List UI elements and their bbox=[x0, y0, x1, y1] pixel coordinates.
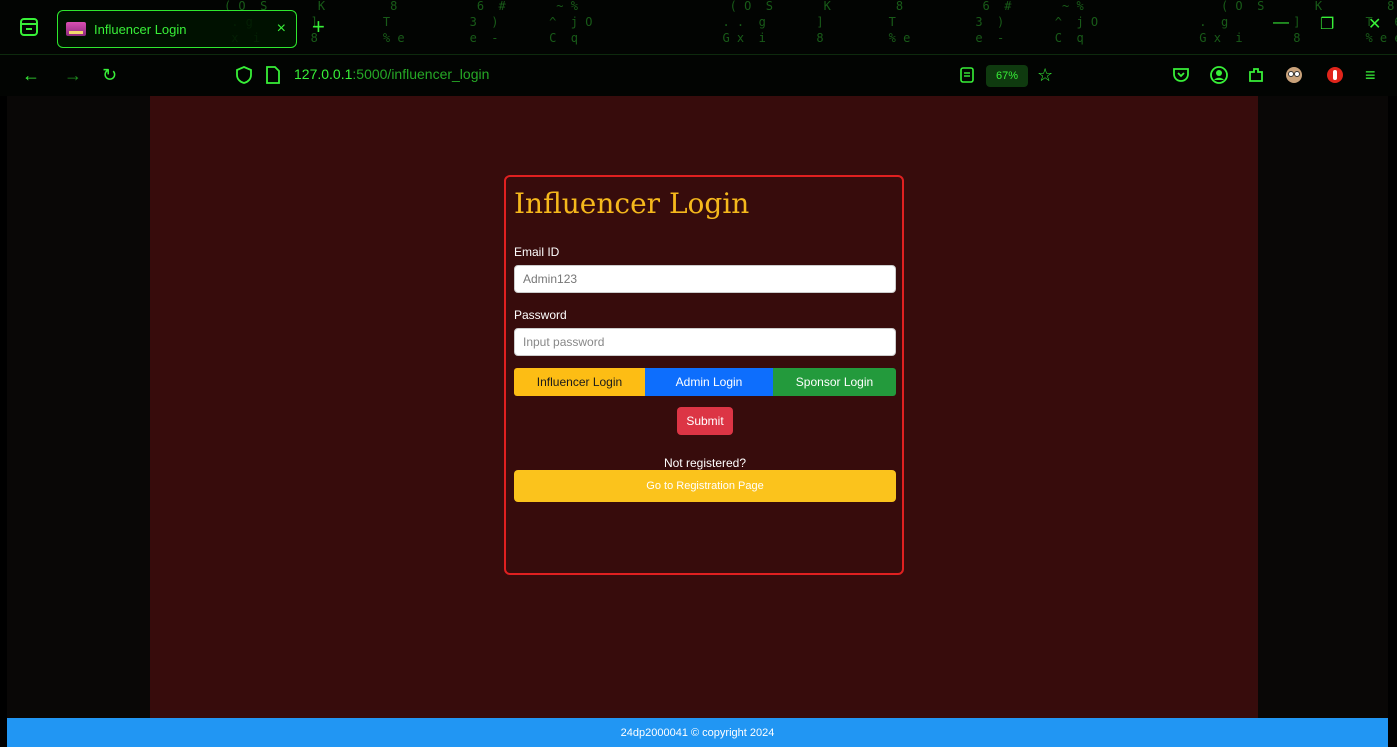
tab-influencer-login[interactable]: Influencer Login × bbox=[57, 10, 297, 48]
account-icon[interactable] bbox=[1209, 65, 1229, 85]
tab-title: Influencer Login bbox=[94, 21, 187, 37]
login-card: Influencer Login Email ID Password Influ… bbox=[504, 175, 904, 575]
login-role-group: Influencer Login Admin Login Sponsor Log… bbox=[514, 368, 896, 396]
page-icon bbox=[266, 66, 280, 84]
browser-navbar: ← → ↻ 127.0.0.1:5000/influencer_login 67… bbox=[0, 54, 1397, 96]
registration-page-button[interactable]: Go to Registration Page bbox=[514, 470, 896, 502]
password-label: Password bbox=[514, 308, 567, 322]
page-title: Influencer Login bbox=[514, 187, 750, 220]
reload-icon[interactable]: ↻ bbox=[102, 64, 117, 86]
password-field[interactable] bbox=[514, 328, 896, 356]
influencer-login-button[interactable]: Influencer Login bbox=[514, 368, 645, 396]
new-tab-button[interactable]: + bbox=[312, 14, 325, 40]
email-field[interactable] bbox=[514, 265, 896, 293]
tab-list-icon[interactable] bbox=[16, 14, 42, 40]
email-label: Email ID bbox=[514, 245, 560, 259]
admin-login-button[interactable]: Admin Login bbox=[645, 368, 773, 396]
address-bar[interactable]: 127.0.0.1:5000/influencer_login bbox=[294, 66, 489, 82]
restore-button[interactable]: ❐ bbox=[1320, 14, 1334, 34]
url-path: :5000/influencer_login bbox=[352, 66, 490, 82]
url-host: 127.0.0.1 bbox=[294, 66, 353, 82]
footer-copyright: 24dp2000041 © copyright 2024 bbox=[620, 726, 775, 739]
minimize-button[interactable]: — bbox=[1273, 14, 1289, 32]
forward-arrow-icon[interactable]: → bbox=[64, 64, 82, 86]
bookmark-star-icon[interactable]: ☆ bbox=[1037, 64, 1053, 86]
site-favicon-icon bbox=[66, 22, 86, 36]
pocket-icon[interactable] bbox=[1171, 65, 1191, 85]
tab-close-icon[interactable]: × bbox=[277, 20, 286, 38]
menu-icon[interactable]: ≡ bbox=[1365, 64, 1376, 86]
zoom-level-badge[interactable]: 67% bbox=[986, 65, 1028, 87]
footer: 24dp2000041 © copyright 2024 bbox=[7, 718, 1388, 747]
close-window-button[interactable]: ✕ bbox=[1368, 14, 1381, 34]
reader-view-icon[interactable] bbox=[958, 65, 976, 85]
ublock-icon[interactable] bbox=[1325, 65, 1345, 85]
shield-icon[interactable] bbox=[234, 65, 254, 85]
extensions-icon[interactable] bbox=[1246, 65, 1266, 85]
not-registered-text: Not registered? bbox=[663, 456, 747, 470]
sponsor-login-button[interactable]: Sponsor Login bbox=[773, 368, 896, 396]
submit-button[interactable]: Submit bbox=[677, 407, 733, 435]
extension-face-icon[interactable] bbox=[1284, 65, 1304, 85]
back-arrow-icon[interactable]: ← bbox=[22, 64, 40, 86]
browser-titlebar: ( O S K 8 6 # ~ % ( O S K 8 6 # ~ % ( O … bbox=[0, 0, 1397, 54]
